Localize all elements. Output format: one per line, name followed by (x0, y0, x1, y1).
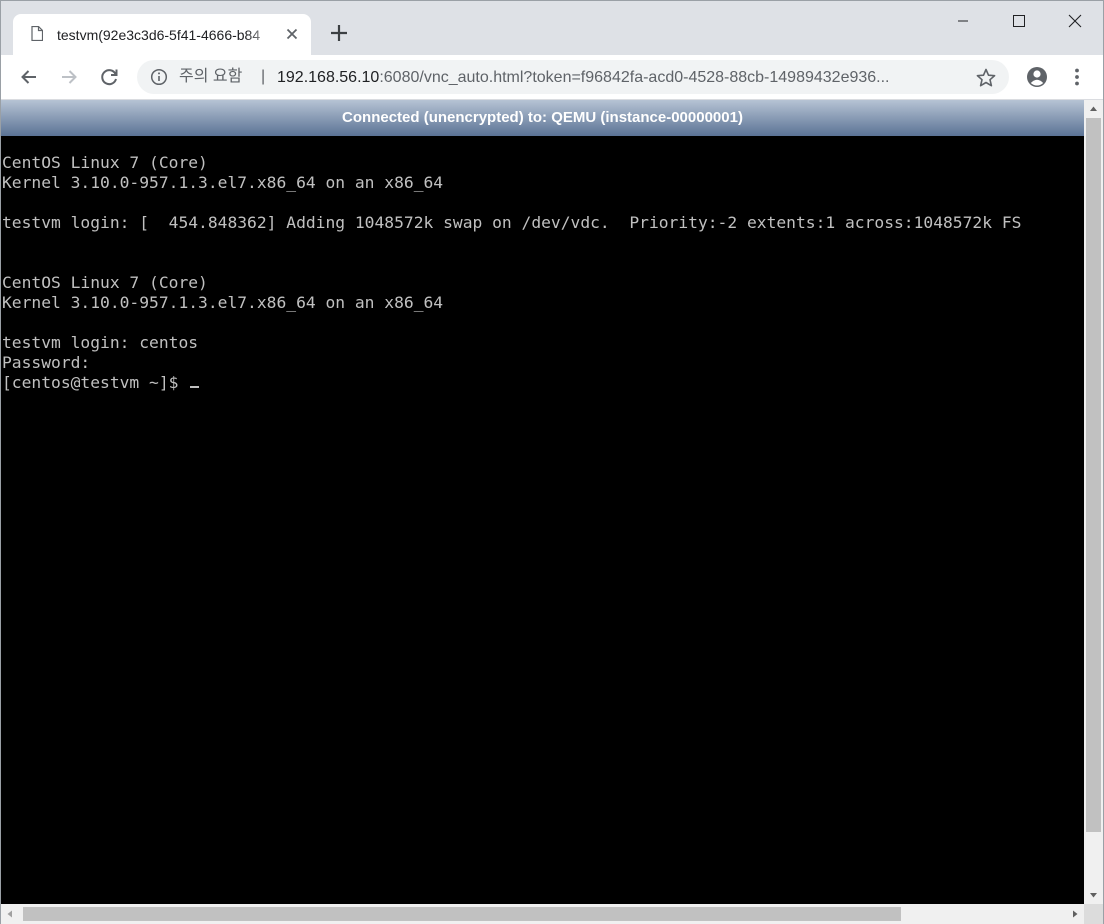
console-line: Kernel 3.10.0-957.1.3.el7.x86_64 on an x… (2, 293, 444, 312)
document-icon (31, 26, 43, 41)
profile-avatar-icon[interactable] (1023, 63, 1051, 91)
omnibox-separator: | (261, 68, 266, 85)
browser-window: testvm(92e3c3d6-5f41-4666-b84 주의 요함 | 19… (0, 0, 1104, 924)
shell-prompt: [centos@testvm ~]$ (2, 373, 189, 392)
scroll-up-arrow-icon[interactable] (1084, 100, 1103, 117)
console-line: Password: (2, 353, 91, 372)
forward-arrow-icon[interactable] (55, 63, 83, 91)
console-prompt-line: [centos@testvm ~]$ (2, 373, 200, 393)
back-arrow-icon[interactable] (15, 63, 43, 91)
vnc-status-bar: Connected (unencrypted) to: QEMU (instan… (1, 100, 1084, 136)
console-line: Kernel 3.10.0-957.1.3.el7.x86_64 on an x… (2, 173, 444, 192)
browser-toolbar: 주의 요함 | 192.168.56.10:6080/vnc_auto.html… (1, 55, 1103, 100)
scroll-left-arrow-icon[interactable] (1, 904, 18, 924)
tab-title: testvm(92e3c3d6-5f41-4666-b84 (57, 27, 261, 43)
reload-icon[interactable] (95, 63, 123, 91)
url-text[interactable]: 192.168.56.10:6080/vnc_auto.html?token=f… (277, 67, 953, 89)
scroll-right-arrow-icon[interactable] (1067, 904, 1084, 924)
vnc-console-screen[interactable]: CentOS Linux 7 (Core) Kernel 3.10.0-957.… (1, 136, 1084, 904)
browser-tab[interactable]: testvm(92e3c3d6-5f41-4666-b84 (13, 14, 311, 55)
console-line: testvm login: centos (2, 333, 199, 352)
console-line: CentOS Linux 7 (Core) (2, 273, 208, 292)
console-line: CentOS Linux 7 (Core) (2, 153, 208, 172)
scroll-down-arrow-icon[interactable] (1084, 887, 1103, 904)
info-icon[interactable] (150, 68, 168, 86)
security-status-label[interactable]: 주의 요함 (179, 66, 242, 88)
close-window-icon[interactable] (1047, 1, 1103, 41)
url-host: 192.168.56.10 (277, 69, 380, 86)
more-menu-icon[interactable] (1063, 63, 1091, 91)
maximize-window-icon[interactable] (991, 1, 1047, 41)
scrollbar-corner (1084, 904, 1103, 924)
horizontal-scrollbar-thumb[interactable] (23, 907, 901, 921)
vertical-scrollbar-thumb[interactable] (1086, 118, 1101, 832)
address-bar[interactable]: 주의 요함 | 192.168.56.10:6080/vnc_auto.html… (137, 60, 1009, 94)
horizontal-scrollbar[interactable] (1, 904, 1084, 924)
vertical-scrollbar[interactable] (1084, 100, 1103, 904)
url-path: :6080/vnc_auto.html?token=f96842fa-acd0-… (379, 69, 890, 86)
console-line: testvm login: [ 454.848362] Adding 10485… (2, 213, 1022, 232)
close-icon[interactable] (283, 25, 301, 43)
page-viewport: Connected (unencrypted) to: QEMU (instan… (1, 100, 1103, 924)
new-tab-plus-icon[interactable] (327, 21, 351, 45)
minimize-window-icon[interactable] (935, 1, 991, 41)
tab-strip: testvm(92e3c3d6-5f41-4666-b84 (1, 1, 1103, 55)
bookmark-star-icon[interactable] (975, 67, 997, 89)
text-cursor (190, 386, 200, 388)
